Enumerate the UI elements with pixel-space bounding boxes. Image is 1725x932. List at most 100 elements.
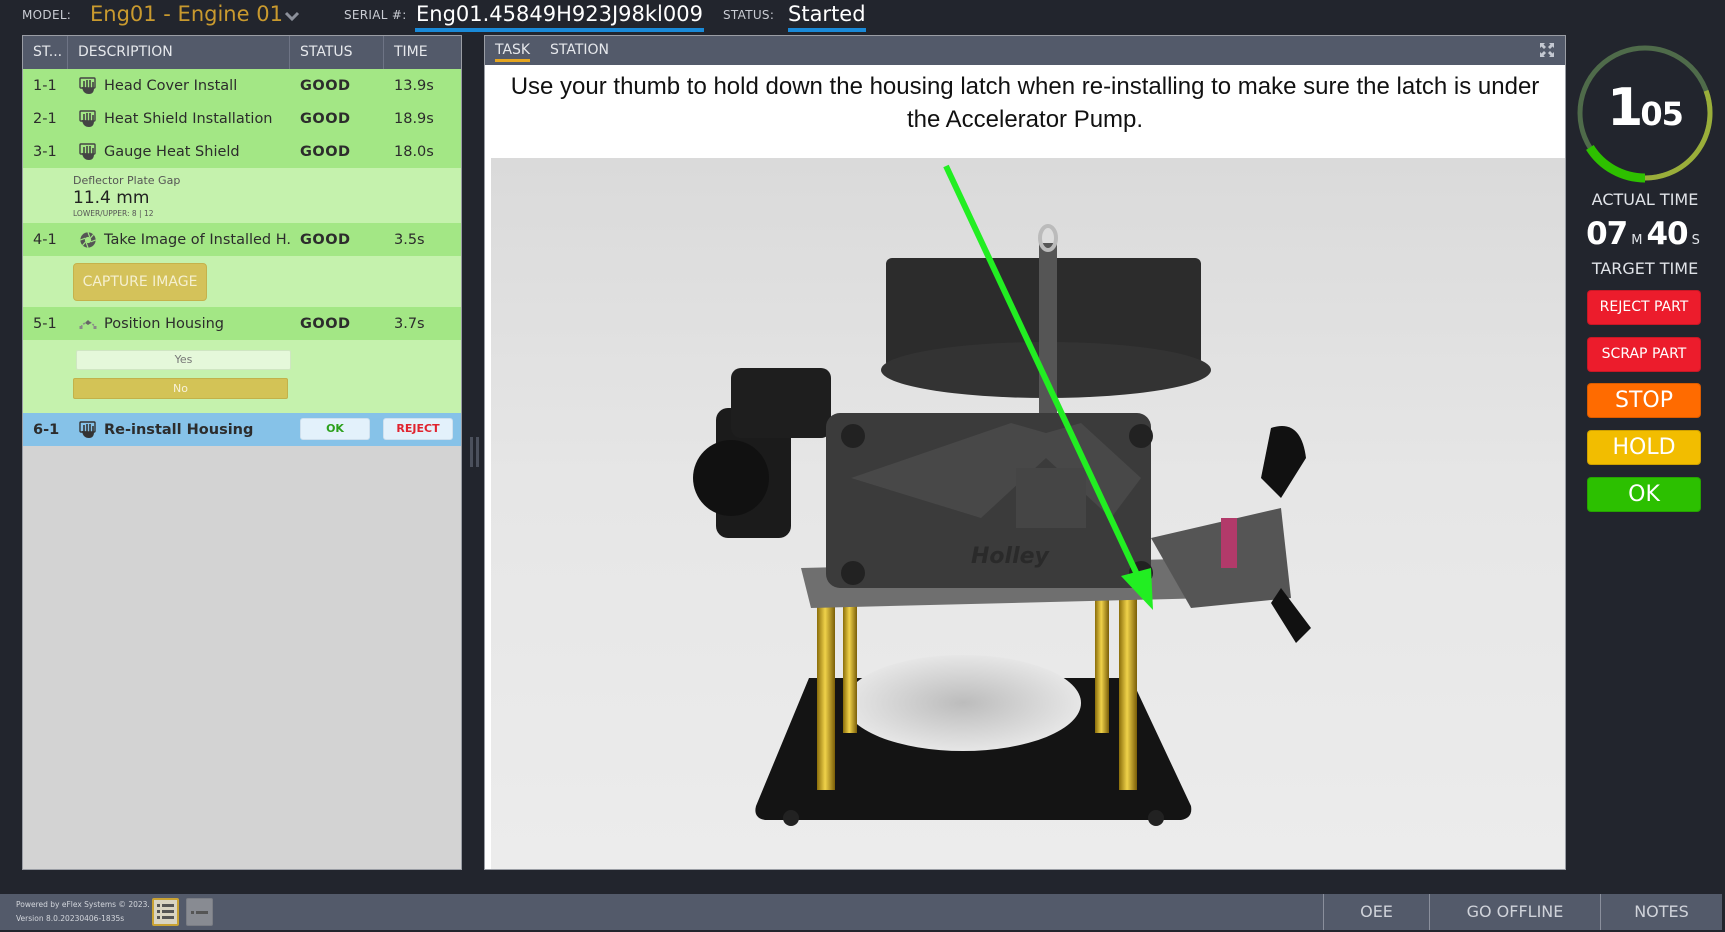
hold-button[interactable]: HOLD xyxy=(1587,430,1701,465)
step-number: 5-1 xyxy=(33,315,57,332)
brand-text: Holley xyxy=(971,544,1051,569)
step-description-text: Position Housing xyxy=(104,315,225,332)
list-view-icon xyxy=(157,904,174,919)
step-description: Re-install Housing xyxy=(68,420,290,439)
copyright-text: Powered by eFlex Systems © 2023. xyxy=(16,900,150,909)
capture-image-button[interactable]: CAPTURE IMAGE xyxy=(73,263,207,301)
step-time: 3.5s xyxy=(394,231,425,248)
step-status: GOOD xyxy=(300,143,351,160)
panel-resize-handle[interactable] xyxy=(468,437,482,467)
step-description: Heat Shield Installation xyxy=(68,109,290,128)
target-time-value: 07 M 40 S xyxy=(1574,216,1716,252)
post xyxy=(1095,583,1109,733)
step-time: 13.9s xyxy=(394,77,434,94)
table-row[interactable]: 4-1 Take Image of Installed H... GOOD 3.… xyxy=(23,223,461,256)
table-row[interactable]: 5-1 Position Housing GOOD 3.7s xyxy=(23,307,461,340)
target-minutes: 07 xyxy=(1586,216,1628,252)
step-description: Head Cover Install xyxy=(68,76,290,95)
seconds-unit: S xyxy=(1691,233,1700,248)
oee-button[interactable]: OEE xyxy=(1323,894,1429,930)
step-ok-button[interactable]: OK xyxy=(300,418,370,440)
no-option-button[interactable]: No xyxy=(73,378,288,399)
capture-detail: CAPTURE IMAGE xyxy=(23,256,461,307)
hand-icon xyxy=(79,76,96,94)
yes-option-button[interactable]: Yes xyxy=(76,350,291,370)
status-label: STATUS: xyxy=(723,8,775,22)
col-step[interactable]: ST... xyxy=(23,36,68,69)
minutes-unit: M xyxy=(1631,233,1643,248)
step-number: 4-1 xyxy=(33,231,57,248)
step-time: 3.7s xyxy=(394,315,425,332)
serial-label: SERIAL #: xyxy=(344,8,407,22)
decision-icon xyxy=(79,319,97,329)
step-status: GOOD xyxy=(300,110,351,127)
tab-task[interactable]: TASK xyxy=(495,42,531,62)
decision-detail: Yes No xyxy=(23,340,461,413)
carburetor-photo: Holley xyxy=(693,164,1311,826)
stop-button[interactable]: STOP xyxy=(1587,383,1701,418)
post xyxy=(817,580,835,790)
step-description: Position Housing xyxy=(68,315,290,333)
post xyxy=(1119,580,1137,790)
step-status: GOOD xyxy=(300,231,351,248)
step-number: 1-1 xyxy=(33,77,57,94)
ok-button[interactable]: OK xyxy=(1587,477,1701,512)
target-seconds: 40 xyxy=(1646,216,1688,252)
measurement-value: 11.4 mm xyxy=(73,188,150,208)
target-time-label: TARGET TIME xyxy=(1591,259,1699,278)
col-status[interactable]: STATUS xyxy=(290,36,384,69)
step-description: Gauge Heat Shield xyxy=(68,142,290,161)
actual-time-label: ACTUAL TIME xyxy=(1591,190,1699,209)
task-panel: TASK STATION Use your thumb to hold down… xyxy=(484,35,1566,870)
table-row[interactable]: 2-1 Heat Shield Installation GOOD 18.9s xyxy=(23,102,461,135)
reject-part-button[interactable]: REJECT PART xyxy=(1587,290,1701,325)
tab-station[interactable]: STATION xyxy=(550,42,609,58)
col-time[interactable]: TIME xyxy=(384,36,461,69)
compact-view-icon xyxy=(191,911,208,914)
gauge-value: 105 xyxy=(1574,78,1716,138)
hand-icon xyxy=(79,142,96,160)
go-offline-button[interactable]: GO OFFLINE xyxy=(1429,894,1600,930)
expand-icon[interactable] xyxy=(1539,42,1555,58)
measurement-detail: Deflector Plate Gap 11.4 mm LOWER/UPPER:… xyxy=(23,168,461,223)
table-row[interactable]: 3-1 Gauge Heat Shield GOOD 18.0s xyxy=(23,135,461,168)
hand-icon xyxy=(79,420,96,438)
serial-underline xyxy=(415,28,704,32)
step-description-text: Take Image of Installed H... xyxy=(104,231,290,248)
model-selector[interactable]: Eng01 - Engine 01 xyxy=(90,0,283,32)
base-hole xyxy=(845,655,1081,751)
step-description-text: Gauge Heat Shield xyxy=(104,143,240,160)
task-panel-header: TASK STATION xyxy=(485,36,1565,65)
step-description-text: Head Cover Install xyxy=(104,77,238,94)
status-text: Started xyxy=(788,2,866,26)
table-row[interactable]: 1-1 Head Cover Install GOOD 13.9s xyxy=(23,69,461,102)
hand-icon xyxy=(79,109,96,127)
serial-text: Eng01.45849H923J98kl009 xyxy=(416,2,703,26)
step-time: 18.0s xyxy=(394,143,434,160)
gauge-minutes: 1 xyxy=(1607,78,1643,138)
status-underline xyxy=(788,28,866,32)
serial-value: Eng01.45849H923J98kl009 xyxy=(415,0,704,32)
compact-view-button[interactable] xyxy=(186,898,213,926)
col-description[interactable]: DESCRIPTION xyxy=(68,36,290,69)
gauge-seconds: 05 xyxy=(1640,95,1684,133)
step-status: GOOD xyxy=(300,315,351,332)
chevron-down-icon[interactable] xyxy=(282,6,302,26)
step-reject-button[interactable]: REJECT xyxy=(383,418,453,440)
camera-shutter-icon xyxy=(80,231,96,248)
grip-line xyxy=(476,437,479,467)
task-image: Holley xyxy=(491,158,1565,869)
step-status: GOOD xyxy=(300,77,351,94)
task-instruction: Use your thumb to hold down the housing … xyxy=(510,73,1540,133)
step-time: 18.9s xyxy=(394,110,434,127)
active-table-row[interactable]: 6-1 Re-install Housing OK REJECT xyxy=(23,413,461,446)
list-view-button[interactable] xyxy=(152,898,179,926)
grip-line xyxy=(470,437,473,467)
model-label: MODEL: xyxy=(22,8,72,22)
footer-bar: Powered by eFlex Systems © 2023. Version… xyxy=(0,894,1722,930)
notes-button[interactable]: NOTES xyxy=(1600,894,1722,930)
step-description: Take Image of Installed H... xyxy=(68,231,290,249)
step-description-text: Heat Shield Installation xyxy=(104,110,273,127)
gauge-elapsed-arc xyxy=(1586,144,1646,183)
scrap-part-button[interactable]: SCRAP PART xyxy=(1587,337,1701,372)
